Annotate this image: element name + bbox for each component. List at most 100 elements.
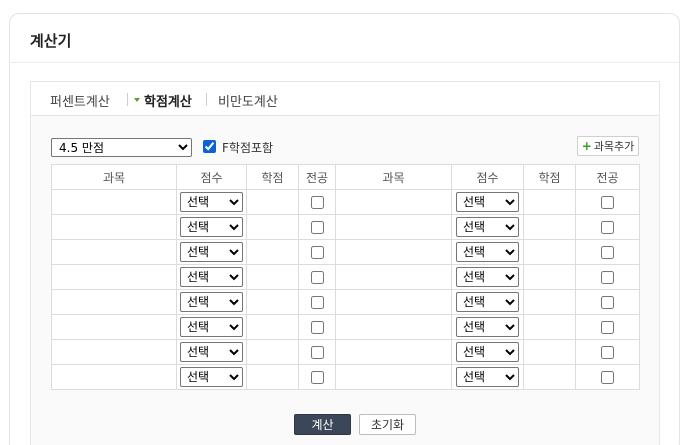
major-cell [575,214,640,240]
score-select[interactable]: 선택 [456,267,519,287]
table-row: 선택 선택 [51,339,640,365]
tab-percent[interactable]: 퍼센트계산 [50,91,110,110]
major-checkbox[interactable] [601,370,614,384]
course-cell[interactable] [335,264,452,290]
score-select[interactable]: 선택 [456,342,519,362]
major-checkbox[interactable] [601,345,614,359]
course-cell[interactable] [335,239,452,265]
table-row: 선택 선택 [51,239,640,265]
credit-cell[interactable] [246,364,299,390]
score-select[interactable]: 선택 [180,342,243,362]
include-f-checkbox[interactable] [203,140,216,153]
major-checkbox[interactable] [310,370,324,384]
credit-cell[interactable] [523,289,576,315]
major-checkbox[interactable] [310,345,324,359]
major-cell [298,314,336,340]
header-credit: 학점 [246,164,299,190]
major-checkbox[interactable] [601,295,614,309]
add-course-button[interactable]: + 과목추가 [577,136,639,156]
course-cell[interactable] [51,289,177,315]
major-checkbox[interactable] [601,320,614,334]
credit-cell[interactable] [246,214,299,240]
score-cell: 선택 [451,364,524,390]
score-cell: 선택 [451,314,524,340]
course-cell[interactable] [51,364,177,390]
credit-cell[interactable] [523,314,576,340]
score-select[interactable]: 선택 [180,367,243,387]
tab-bmi[interactable]: 비만도계산 [218,91,278,110]
major-cell [575,314,640,340]
score-cell: 선택 [176,339,247,365]
header-course: 과목 [51,164,177,190]
credit-cell[interactable] [246,189,299,215]
course-cell[interactable] [335,314,452,340]
major-cell [575,364,640,390]
score-select[interactable]: 선택 [456,192,519,212]
tab-grade[interactable]: 학점계산 [144,91,192,110]
major-checkbox[interactable] [601,220,614,234]
course-cell[interactable] [335,189,452,215]
course-cell[interactable] [335,214,452,240]
course-cell[interactable] [51,239,177,265]
credit-cell[interactable] [523,264,576,290]
score-select[interactable]: 선택 [180,292,243,312]
major-checkbox[interactable] [310,220,324,234]
table-header-row: 과목 점수 학점 전공 과목 점수 학점 전공 [51,164,640,190]
score-select[interactable]: 선택 [180,217,243,237]
credit-cell[interactable] [523,189,576,215]
score-select[interactable]: 선택 [456,242,519,262]
credit-cell[interactable] [523,339,576,365]
grade-table-body: 선택 선택 선택 선택 선택 선택 선택 선택 선택 선택 선택 선택 선택 선택 선택 선택 [51,189,640,390]
credit-cell[interactable] [246,264,299,290]
major-checkbox[interactable] [310,270,324,284]
course-cell[interactable] [335,364,452,390]
calculator-panel: 퍼센트계산 학점계산 비만도계산 4.5 만점 F학점포함 + 과목추가 과목 [30,81,660,445]
score-select[interactable]: 선택 [456,317,519,337]
major-checkbox[interactable] [601,270,614,284]
major-checkbox[interactable] [310,195,324,209]
course-cell[interactable] [51,339,177,365]
card-title: 계산기 [30,32,72,50]
course-cell[interactable] [51,264,177,290]
course-cell[interactable] [335,289,452,315]
major-cell [298,264,336,290]
course-cell[interactable] [335,339,452,365]
major-cell [575,189,640,215]
score-select[interactable]: 선택 [456,217,519,237]
major-checkbox[interactable] [310,295,324,309]
course-cell[interactable] [51,214,177,240]
credit-cell[interactable] [246,339,299,365]
table-row: 선택 선택 [51,264,640,290]
credit-cell[interactable] [523,364,576,390]
include-f-label: F학점포함 [222,141,274,155]
score-select[interactable]: 선택 [180,317,243,337]
score-cell: 선택 [176,314,247,340]
major-checkbox[interactable] [310,245,324,259]
major-checkbox[interactable] [601,195,614,209]
table-row: 선택 선택 [51,214,640,240]
header-major: 전공 [575,164,640,190]
score-cell: 선택 [451,189,524,215]
score-cell: 선택 [176,264,247,290]
score-select[interactable]: 선택 [456,367,519,387]
course-cell[interactable] [51,314,177,340]
score-select[interactable]: 선택 [180,267,243,287]
score-select[interactable]: 선택 [180,192,243,212]
tab-separator [127,93,128,106]
course-cell[interactable] [51,189,177,215]
major-checkbox[interactable] [601,245,614,259]
score-select[interactable]: 선택 [180,242,243,262]
plus-icon: + [581,139,592,153]
calculate-button[interactable]: 계산 [294,414,351,435]
score-select[interactable]: 선택 [456,292,519,312]
major-checkbox[interactable] [310,320,324,334]
credit-cell[interactable] [246,289,299,315]
credit-cell[interactable] [523,214,576,240]
grade-scale-select[interactable]: 4.5 만점 [51,138,192,157]
credit-cell[interactable] [246,239,299,265]
credit-cell[interactable] [246,314,299,340]
reset-button[interactable]: 초기화 [359,414,416,435]
credit-cell[interactable] [523,239,576,265]
table-row: 선택 선택 [51,364,640,390]
major-cell [298,289,336,315]
